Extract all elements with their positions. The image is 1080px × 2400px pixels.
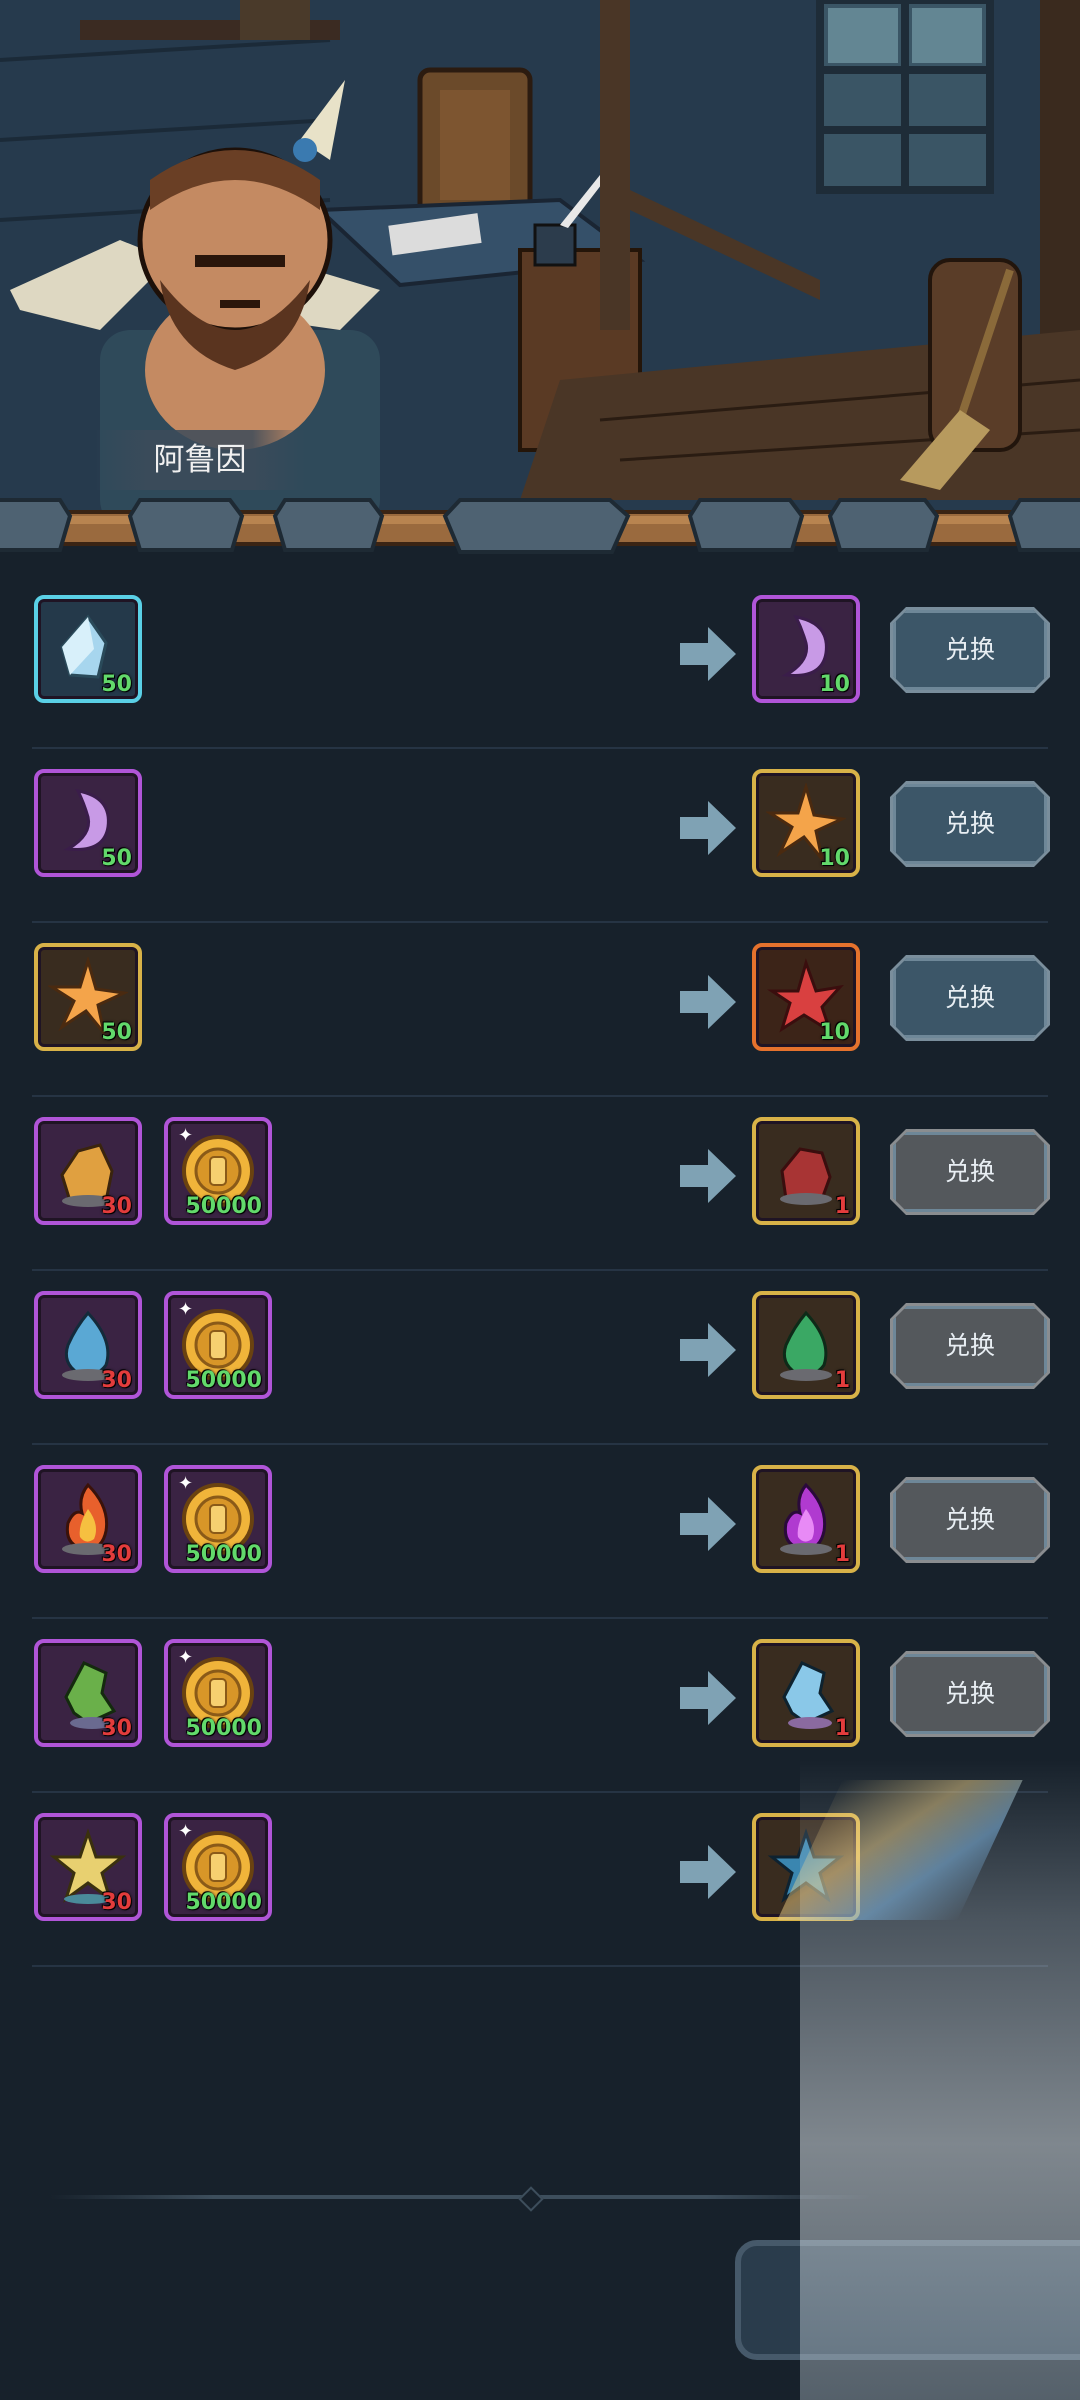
arrow-right-icon — [680, 1323, 736, 1377]
item-quantity: 10 — [819, 672, 850, 697]
output-item-slot[interactable]: 10 — [752, 769, 860, 877]
item-quantity: 1 — [834, 1542, 850, 1567]
item-quantity: 30 — [101, 1368, 132, 1393]
item-quantity: 30 — [101, 1542, 132, 1567]
arrow-right-icon — [680, 1149, 736, 1203]
chair-illustration — [417, 67, 533, 223]
item-quantity: 50000 — [185, 1542, 262, 1567]
input-item-slot[interactable]: ✦ 50000 — [164, 1813, 272, 1921]
npc-name-label: 阿鲁因 — [95, 430, 305, 490]
output-item-slot[interactable]: 10 — [752, 943, 860, 1051]
item-quantity: 50000 — [185, 1194, 262, 1219]
exchange-row: 50 10 兑换 — [0, 749, 1080, 923]
item-quantity: 50 — [101, 672, 132, 697]
input-item-slot[interactable]: ✦ 50000 — [164, 1291, 272, 1399]
exchange-button[interactable]: 兑换 — [893, 1480, 1047, 1560]
wooden-divider — [0, 498, 1080, 554]
exchange-button[interactable]: 兑换 — [893, 1132, 1047, 1212]
item-quantity: 10 — [819, 846, 850, 871]
exchange-row: 30 ✦ 50000 1 兑换 — [0, 1445, 1080, 1619]
item-quantity: 1 — [834, 1194, 850, 1219]
exchange-row: 50 10 兑换 — [0, 923, 1080, 1097]
input-item-slot[interactable]: ✦ 50000 — [164, 1117, 272, 1225]
exchange-button[interactable]: 兑换 — [893, 610, 1047, 690]
exchange-row: 30 ✦ 50000 1 兑换 — [0, 1097, 1080, 1271]
input-item-slot[interactable]: 30 — [34, 1639, 142, 1747]
arrow-right-icon — [680, 1497, 736, 1551]
exchange-button[interactable]: 兑换 — [893, 784, 1047, 864]
exchange-row: 30 ✦ 50000 1 兑换 — [0, 1271, 1080, 1445]
output-item-slot[interactable]: 1 — [752, 1639, 860, 1747]
divider-ornament — [518, 2186, 544, 2212]
output-item-slot[interactable]: 10 — [752, 595, 860, 703]
output-item-slot[interactable]: 1 — [752, 1465, 860, 1573]
item-quantity: 10 — [819, 1020, 850, 1045]
exchange-row: 50 10 兑换 — [0, 575, 1080, 749]
input-item-slot[interactable]: ✦ 50000 — [164, 1639, 272, 1747]
exchange-button[interactable]: 兑换 — [893, 1306, 1047, 1386]
arrow-right-icon — [680, 975, 736, 1029]
item-quantity: 1 — [834, 1716, 850, 1741]
arrow-right-icon — [680, 627, 736, 681]
bottom-divider — [50, 2195, 870, 2199]
input-item-slot[interactable]: 50 — [34, 943, 142, 1051]
window-illustration — [816, 0, 994, 194]
arrow-right-icon — [680, 1671, 736, 1725]
output-item-slot[interactable]: 1 — [752, 1117, 860, 1225]
item-quantity: 50000 — [185, 1890, 262, 1915]
exchange-list: 50 10 兑换 50 10 兑换 50 10 兑换 30 ✦ 50000 1 … — [0, 575, 1080, 1967]
input-item-slot[interactable]: 30 — [34, 1117, 142, 1225]
item-quantity: 30 — [101, 1716, 132, 1741]
exchange-button[interactable]: 兑换 — [893, 958, 1047, 1038]
output-item-slot[interactable]: 1 — [752, 1291, 860, 1399]
item-quantity: 30 — [101, 1194, 132, 1219]
item-quantity: 1 — [834, 1368, 850, 1393]
arrow-right-icon — [680, 801, 736, 855]
exchange-button[interactable]: 兑换 — [893, 1654, 1047, 1734]
input-item-slot[interactable]: 30 — [34, 1813, 142, 1921]
item-quantity: 50000 — [185, 1716, 262, 1741]
item-quantity: 50 — [101, 1020, 132, 1045]
npc-scene: 阿鲁因 — [0, 0, 1080, 530]
arrow-right-icon — [680, 1845, 736, 1899]
item-quantity: 30 — [101, 1890, 132, 1915]
input-item-slot[interactable]: 30 — [34, 1291, 142, 1399]
input-item-slot[interactable]: ✦ 50000 — [164, 1465, 272, 1573]
input-item-slot[interactable]: 50 — [34, 595, 142, 703]
input-item-slot[interactable]: 50 — [34, 769, 142, 877]
item-quantity: 50000 — [185, 1368, 262, 1393]
input-item-slot[interactable]: 30 — [34, 1465, 142, 1573]
item-quantity: 50 — [101, 846, 132, 871]
